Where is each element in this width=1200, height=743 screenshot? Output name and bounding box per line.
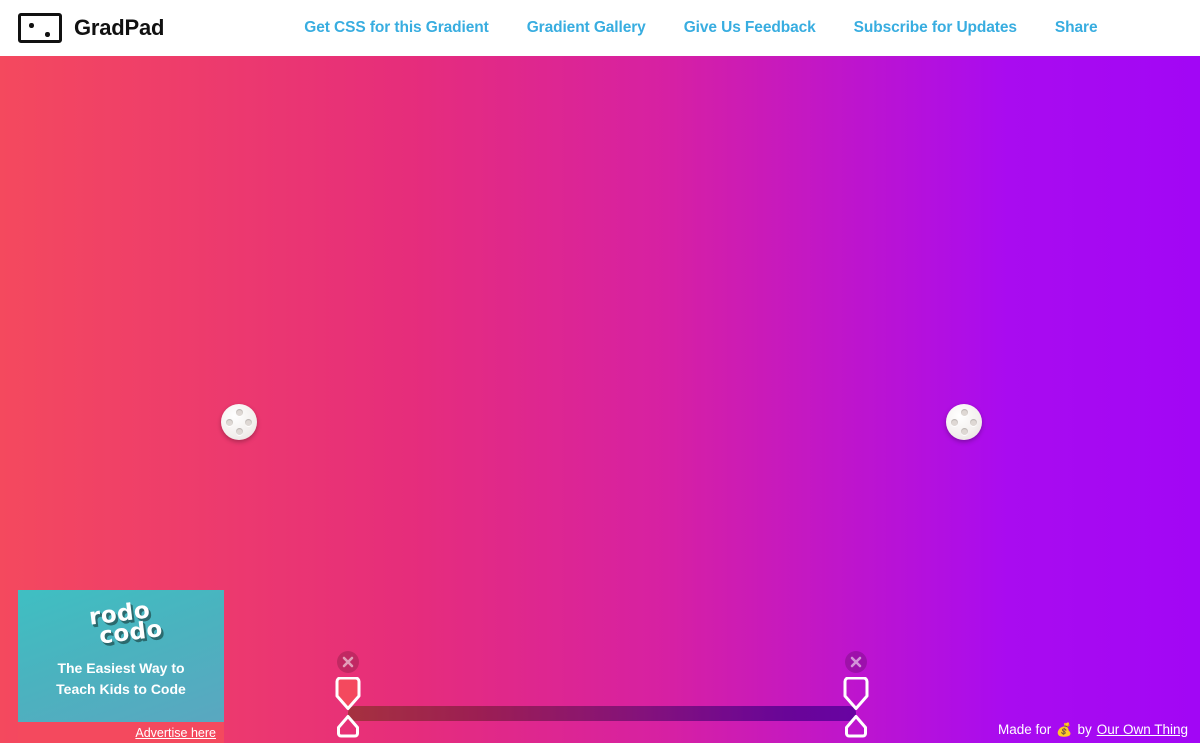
brand-logo-link[interactable]: GradPad: [18, 13, 164, 43]
money-bag-icon: 💰: [1056, 722, 1073, 737]
nav-get-css[interactable]: Get CSS for this Gradient: [304, 19, 488, 37]
advertisement-headline-line-1: The Easiest Way to: [57, 660, 185, 677]
app-header: GradPad Get CSS for this Gradient Gradie…: [0, 0, 1200, 56]
credit-prefix: Made for: [997, 722, 1052, 737]
brand-name: GradPad: [74, 15, 165, 40]
knob-pip-bottom: [235, 428, 243, 435]
knob-pip-left: [951, 418, 958, 426]
knob-pip-right: [245, 418, 252, 426]
advertisement-card[interactable]: rodo codo The Easiest Way to Teach Kids …: [18, 590, 224, 743]
advertisement-headline-line-2: Teach Kids to Code: [56, 680, 186, 697]
remove-stop-top-button[interactable]: [845, 651, 867, 673]
gradient-stop-track[interactable]: [348, 706, 856, 721]
nav-gradient-gallery[interactable]: Gradient Gallery: [527, 19, 646, 37]
remove-stop-top-button[interactable]: [337, 651, 359, 673]
stop-alpha-handle[interactable]: [844, 714, 868, 740]
gradient-start-handle[interactable]: [221, 404, 257, 440]
knob-pip-bottom: [960, 428, 968, 435]
gradpad-rect-dots-icon: [18, 13, 62, 43]
nav-give-us-feedback[interactable]: Give Us Feedback: [684, 19, 816, 37]
stop-alpha-handle[interactable]: [336, 714, 360, 740]
advertisement-footer: Advertise here: [18, 722, 224, 743]
logo-dot-lower: [45, 32, 50, 37]
nav-share[interactable]: Share: [1055, 19, 1098, 37]
gradient-canvas[interactable]: 100: [0, 56, 1200, 743]
logo-dot-upper: [29, 23, 34, 28]
knob-pip-left: [226, 418, 233, 426]
footer-credit: Made for 💰 by Our Own Thing: [998, 722, 1188, 737]
knob-pip-top: [960, 409, 968, 416]
gradient-end-handle[interactable]: [946, 404, 982, 440]
advertisement-headline: The Easiest Way to Teach Kids to Code: [46, 658, 196, 699]
credit-middle: by: [1077, 722, 1092, 737]
stop-color-swatch-handle[interactable]: [842, 676, 870, 711]
nav-subscribe-for-updates[interactable]: Subscribe for Updates: [854, 19, 1017, 37]
knob-pip-top: [235, 409, 243, 416]
main-navigation: Get CSS for this Gradient Gradient Galle…: [304, 19, 1097, 37]
stop-color-swatch-handle[interactable]: [334, 676, 362, 711]
advertisement-banner[interactable]: rodo codo The Easiest Way to Teach Kids …: [18, 590, 224, 722]
advertiser-logo-line-2: codo: [97, 616, 165, 650]
credit-author-link[interactable]: Our Own Thing: [1097, 722, 1188, 737]
knob-pip-right: [970, 418, 977, 426]
advertiser-logo: rodo codo: [78, 597, 165, 650]
advertise-here-link[interactable]: Advertise here: [135, 726, 216, 740]
